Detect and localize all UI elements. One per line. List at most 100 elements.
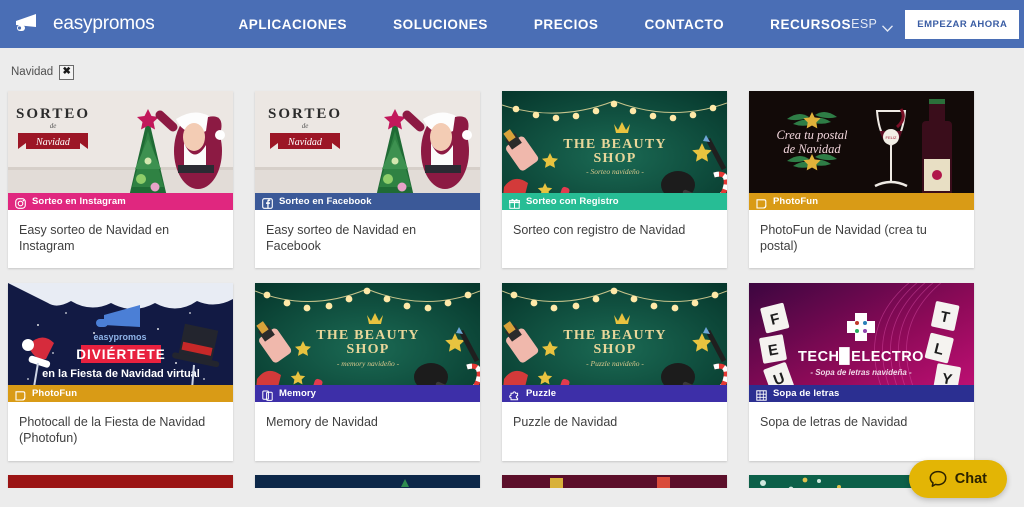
app-card-grid: SORTEO de Navidad Sorteo en Instagram Ea… [0,85,1024,461]
svg-text:- Sopa de letras navideña -: - Sopa de letras navideña - [810,368,912,377]
card-thumbnail: easypromos DIVIÉRTETE en la Fiesta de Na… [8,283,233,403]
card-memory-navidad[interactable]: THE BEAUTY SHOP - memory navideño - Memo… [255,283,480,461]
card-tag-label: Sorteo en Instagram [32,196,126,207]
card-tag: Memory [255,385,480,403]
svg-text:THE BEAUTY: THE BEAUTY [563,137,666,152]
card-easy-sorteo-instagram[interactable]: SORTEO de Navidad Sorteo en Instagram Ea… [8,91,233,269]
card-tag: Sorteo en Facebook [255,193,480,210]
card-tag-label: Sopa de letras [773,388,840,400]
nav-link-precios[interactable]: PRECIOS [534,17,599,32]
chat-bubble-icon [929,470,947,488]
facebook-icon [262,196,273,209]
card-title: Easy sorteo de Navidad en Instagram [19,223,170,253]
nav-link-aplicaciones[interactable]: APLICACIONES [239,17,348,32]
close-icon[interactable]: ✖ [59,64,75,80]
card-tag: PhotoFun [8,385,233,403]
card-tag-label: Sorteo en Facebook [279,196,372,207]
svg-text:easypromos: easypromos [93,332,146,342]
svg-text:- Sorteo navideño -: - Sorteo navideño - [586,167,644,176]
svg-text:SORTEO: SORTEO [16,106,90,122]
puzzle-piece-icon [509,388,520,401]
word-grid-icon [756,388,767,401]
card-title: Puzzle de Navidad [513,415,618,430]
card-sorteo-con-registro[interactable]: THE BEAUTY SHOP - Sorteo navideño - Sort… [502,91,727,269]
top-navigation-bar: easypromos APLICACIONES SOLUCIONES PRECI… [0,0,1024,48]
memory-cards-icon [262,388,273,402]
svg-text:THE BEAUTY: THE BEAUTY [563,328,666,343]
svg-text:Crea tu postal: Crea tu postal [776,128,848,142]
card-thumbnail: SORTEO de Navidad Sorteo en Facebook [255,91,480,210]
card-tag-label: Memory [279,388,317,400]
svg-text:en la Fiesta de Navidad virtua: en la Fiesta de Navidad virtual [42,368,200,380]
card-thumbnail [8,474,233,488]
card-tag: Sopa de letras [749,385,974,403]
card-tag: Sorteo con Registro [502,193,727,210]
card-thumbnail: THE BEAUTY SHOP - memory navideño - Memo… [255,283,480,403]
card-thumbnail: THE BEAUTY SHOP - Sorteo navideño - Sort… [502,91,727,210]
card-easy-sorteo-facebook[interactable]: SORTEO de Navidad Sorteo en Facebook Eas… [255,91,480,269]
svg-text:- memory navideño -: - memory navideño - [337,359,400,368]
card-title: Sopa de letras de Navidad [760,415,908,430]
card-tag-label: Puzzle [526,388,557,400]
card-partial-3[interactable] [502,474,727,488]
card-thumbnail: SORTEO de Navidad Sorteo en Instagram [8,91,233,210]
card-puzzle-navidad[interactable]: THE BEAUTY SHOP - Puzzle navideño - Puzz… [502,283,727,461]
svg-text:SORTEO: SORTEO [268,106,342,122]
card-title: Memory de Navidad [266,415,378,430]
language-label: ESP [851,17,878,31]
chat-widget-button[interactable]: Chat [908,460,1007,498]
language-selector[interactable]: ESP [851,17,894,32]
card-thumbnail: THE BEAUTY SHOP - Puzzle navideño - Puzz… [502,283,727,403]
brand-name: easypromos [53,13,155,34]
card-tag-label: Sorteo con Registro [526,196,619,207]
photo-tag-icon [15,388,26,401]
card-title: PhotoFun de Navidad (crea tu postal) [760,223,927,253]
card-tag: Puzzle [502,385,727,403]
chat-label: Chat [954,471,987,487]
card-thumbnail [255,474,480,488]
svg-text:FELIZ: FELIZ [886,135,897,140]
svg-text:SHOP: SHOP [594,342,637,357]
primary-nav: APLICACIONES SOLUCIONES PRECIOS CONTACTO… [239,17,852,32]
svg-text:Navidad: Navidad [35,137,71,148]
empezar-ahora-button[interactable]: EMPEZAR AHORA [905,9,1020,39]
nav-actions: ESP EMPEZAR AHORA LOG-IN [851,9,1024,39]
card-partial-2[interactable] [255,474,480,488]
nav-link-soluciones[interactable]: SOLUCIONES [393,17,488,32]
card-partial-1[interactable] [8,474,233,488]
photo-tag-icon [756,196,767,209]
svg-text:Navidad: Navidad [287,137,323,148]
card-tag-label: PhotoFun [32,388,78,400]
nav-link-contacto[interactable]: CONTACTO [645,17,725,32]
card-sopa-de-letras[interactable]: F E U T L Y TECH▉ELECTRO - Sopa de letra… [749,283,974,461]
card-tag: Sorteo en Instagram [8,193,233,210]
svg-text:de: de [302,122,309,130]
svg-text:DIVIÉRTETE: DIVIÉRTETE [76,347,166,362]
thumb-art-maroon-banner [502,474,727,488]
svg-text:de: de [50,122,57,130]
active-filters-bar: Navidad ✖ [0,59,1024,85]
filter-tag-label: Navidad [11,66,54,78]
svg-text:- Puzzle navideño -: - Puzzle navideño - [586,359,644,368]
thumb-art-red-banner [8,474,233,488]
brand-logo[interactable]: easypromos [14,13,155,35]
card-title: Easy sorteo de Navidad en Facebook [266,223,417,253]
card-tag: PhotoFun [749,193,974,210]
card-photocall-fiesta[interactable]: easypromos DIVIÉRTETE en la Fiesta de Na… [8,283,233,461]
chevron-down-icon [882,21,894,32]
svg-text:de Navidad: de Navidad [783,142,841,156]
card-thumbnail: Crea tu postal de Navidad FELIZ PhotoFun [749,91,974,210]
svg-text:THE BEAUTY: THE BEAUTY [316,328,419,343]
svg-text:SHOP: SHOP [594,151,637,166]
card-title: Sorteo con registro de Navidad [513,223,686,237]
thumb-art-navy-banner [255,474,480,488]
filter-tag-navidad: Navidad ✖ [11,64,75,80]
card-thumbnail [502,474,727,488]
svg-text:SHOP: SHOP [347,342,390,357]
card-tag-label: PhotoFun [773,196,819,207]
card-photofun-postal[interactable]: Crea tu postal de Navidad FELIZ PhotoFun… [749,91,974,269]
instagram-icon [15,196,26,209]
megaphone-icon [14,13,44,35]
gift-icon [508,196,521,209]
nav-link-recursos[interactable]: RECURSOS [770,17,851,32]
